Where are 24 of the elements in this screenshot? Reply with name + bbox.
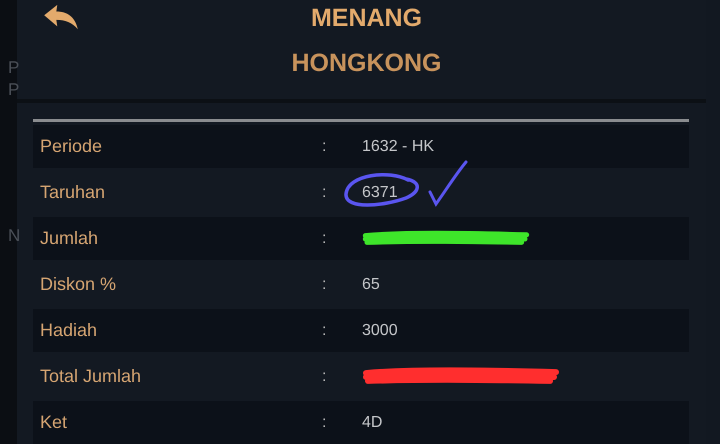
colon: : xyxy=(322,184,328,202)
row-label: Hadiah xyxy=(39,320,98,341)
background-letter: P xyxy=(8,80,20,100)
row-value: 3000 xyxy=(362,322,398,340)
market-name: HONGKONG xyxy=(292,49,442,78)
row-label: Total Jumlah xyxy=(39,366,142,387)
colon: : xyxy=(322,414,328,432)
row-label: Diskon % xyxy=(39,274,118,295)
row-value: 65 xyxy=(362,276,380,294)
row-label: Taruhan xyxy=(39,182,106,203)
dialog-title: MENANG xyxy=(310,4,422,33)
row-label: Jumlah xyxy=(39,228,100,249)
colon: : xyxy=(322,138,328,156)
row-value: 6371 xyxy=(362,184,398,202)
colon: : xyxy=(322,368,328,386)
background-letter: P xyxy=(8,58,20,78)
colon: : xyxy=(322,230,328,248)
background-letter: N xyxy=(8,226,20,246)
colon: : xyxy=(322,322,328,340)
row-value: 4D xyxy=(362,414,382,432)
row-label: Periode xyxy=(39,136,104,157)
colon: : xyxy=(322,276,328,294)
row-value: 1632 - HK xyxy=(362,138,434,156)
row-label: Ket xyxy=(39,412,68,433)
